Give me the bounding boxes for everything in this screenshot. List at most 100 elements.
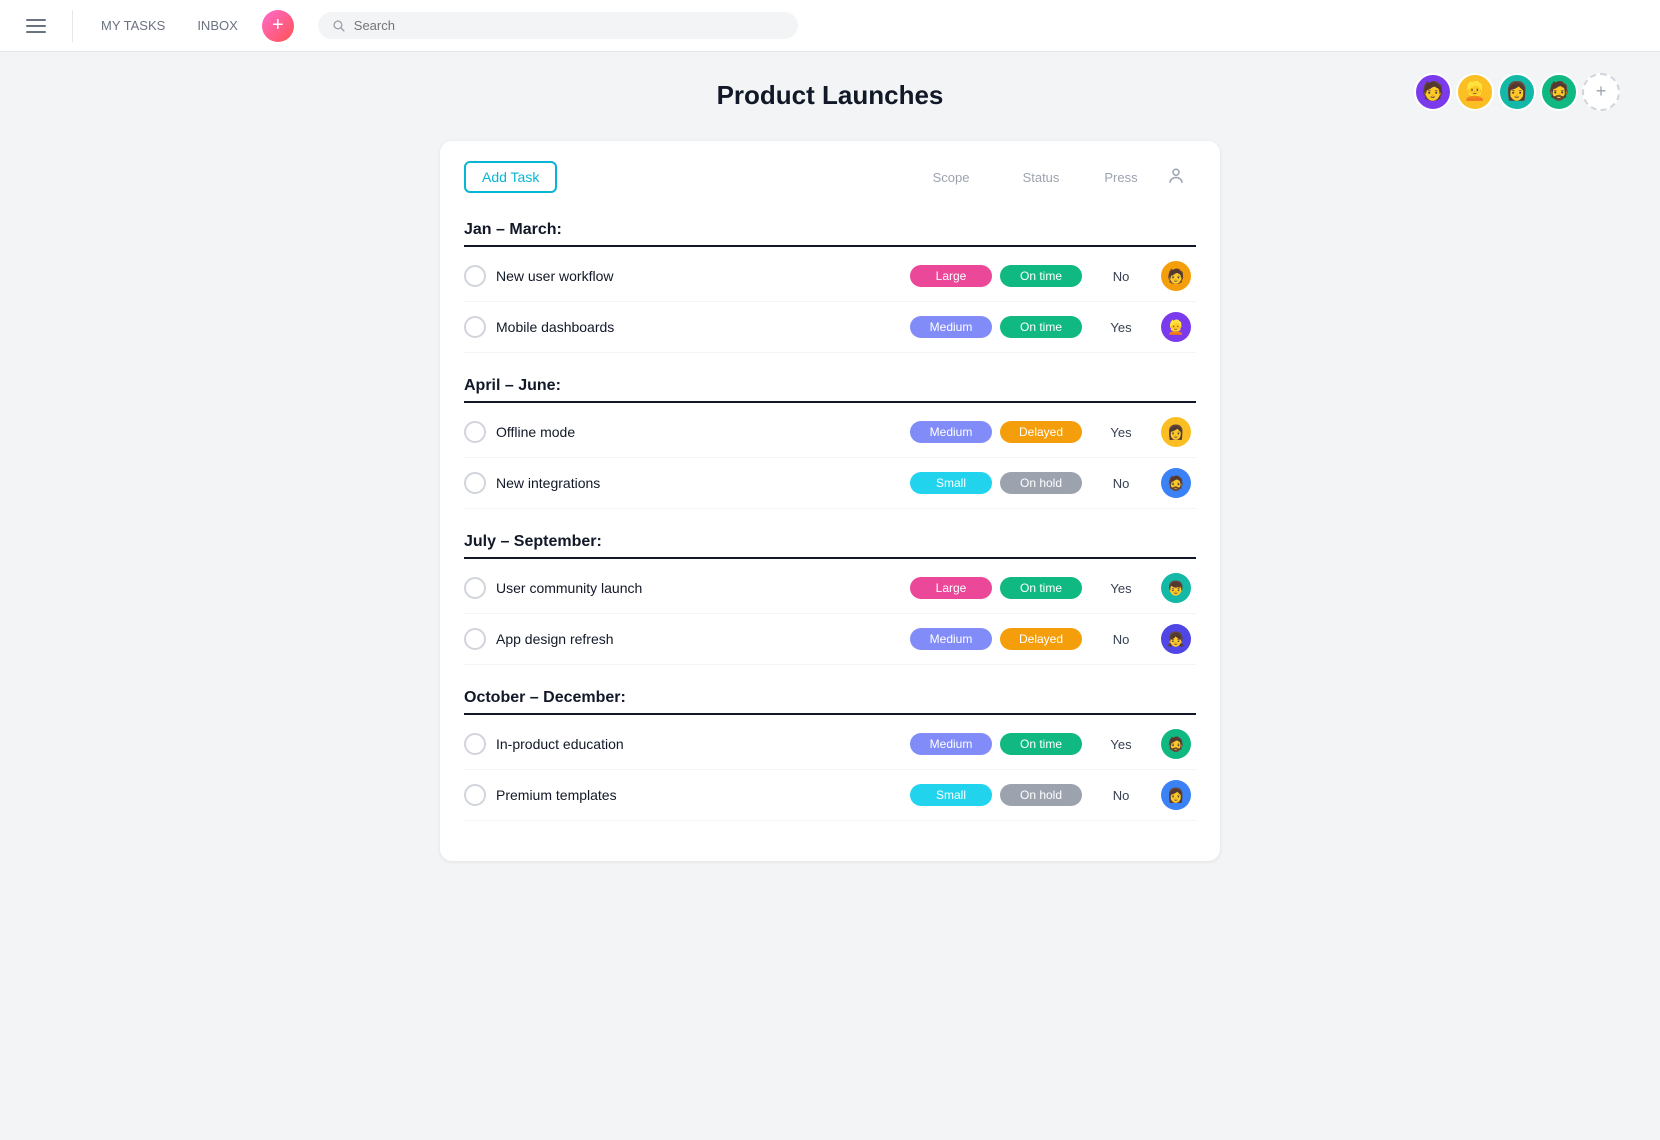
assignee-cell: 👧	[1156, 624, 1196, 654]
scope-cell: Medium	[906, 733, 996, 755]
task-check-circle[interactable]	[464, 316, 486, 338]
avatar[interactable]: 👦	[1161, 573, 1191, 603]
avatar-1[interactable]: 🧑	[1414, 73, 1452, 111]
assignee-cell: 🧑	[1156, 261, 1196, 291]
task-columns: Medium Delayed Yes 👩	[906, 417, 1196, 447]
main-content: Add Task Scope Status Press Jan – March:…	[0, 131, 1660, 901]
status-column-header: Status	[996, 170, 1086, 185]
avatar[interactable]: 👩	[1161, 780, 1191, 810]
section-0: Jan – March: New user workflow Large On tim…	[464, 209, 1196, 365]
avatar[interactable]: 🧔	[1161, 468, 1191, 498]
table-row: New user workflow Large On time No 🧑	[464, 251, 1196, 302]
section-title-row-2: July – September:	[464, 521, 1196, 557]
task-name: New user workflow	[496, 268, 896, 284]
task-check-circle[interactable]	[464, 577, 486, 599]
task-check-circle[interactable]	[464, 784, 486, 806]
search-icon	[332, 19, 346, 33]
scope-badge[interactable]: Medium	[910, 316, 992, 338]
section-title-row-3: October – December:	[464, 677, 1196, 713]
task-columns: Medium On time Yes 🧔	[906, 729, 1196, 759]
avatar-3[interactable]: 👩	[1498, 73, 1536, 111]
press-cell: Yes	[1086, 737, 1156, 752]
status-badge[interactable]: On time	[1000, 265, 1082, 287]
press-cell: No	[1086, 788, 1156, 803]
table-row: Mobile dashboardsMediumOn timeYes👱	[464, 302, 1196, 353]
scope-badge[interactable]: Medium	[910, 628, 992, 650]
scope-badge[interactable]: Small	[910, 784, 992, 806]
avatar[interactable]: 👩	[1161, 417, 1191, 447]
avatar[interactable]: 👧	[1161, 624, 1191, 654]
task-check-circle[interactable]	[464, 421, 486, 443]
section-divider-3	[464, 713, 1196, 715]
status-badge[interactable]: Delayed	[1000, 421, 1082, 443]
status-badge[interactable]: On hold	[1000, 784, 1082, 806]
task-columns: Large On time No 🧑	[906, 261, 1196, 291]
section-title-0: Jan – March:	[464, 221, 562, 239]
section-title-1: April – June:	[464, 377, 561, 395]
press-cell: No	[1086, 476, 1156, 491]
status-badge[interactable]: On time	[1000, 733, 1082, 755]
press-cell: No	[1086, 269, 1156, 284]
avatar[interactable]: 🧔	[1161, 729, 1191, 759]
avatar-4[interactable]: 🧔	[1540, 73, 1578, 111]
add-member-button[interactable]: +	[1582, 73, 1620, 111]
hamburger-menu-icon[interactable]	[20, 13, 52, 39]
task-check-circle[interactable]	[464, 733, 486, 755]
nav-my-tasks[interactable]: MY TASKS	[93, 14, 173, 37]
scope-cell: Medium	[906, 421, 996, 443]
task-check-circle[interactable]	[464, 628, 486, 650]
team-avatars: 🧑 👱 👩 🧔 +	[1414, 73, 1620, 111]
task-columns: Large On time Yes 👦	[906, 573, 1196, 603]
status-cell: On time	[996, 733, 1086, 755]
task-check-circle[interactable]	[464, 265, 486, 287]
task-name: User community launch	[496, 580, 896, 596]
add-button[interactable]: +	[262, 10, 294, 42]
scope-badge[interactable]: Large	[910, 577, 992, 599]
assignee-cell: 🧔	[1156, 729, 1196, 759]
avatar-2[interactable]: 👱	[1456, 73, 1494, 111]
section-title-3: October – December:	[464, 689, 626, 707]
task-columns: MediumDelayedNo👧	[906, 624, 1196, 654]
scope-badge[interactable]: Medium	[910, 421, 992, 443]
avatar[interactable]: 🧑	[1161, 261, 1191, 291]
nav-divider	[72, 10, 73, 42]
task-columns: Small On hold No 👩	[906, 780, 1196, 810]
status-badge[interactable]: Delayed	[1000, 628, 1082, 650]
press-cell: Yes	[1086, 581, 1156, 596]
task-check-circle[interactable]	[464, 472, 486, 494]
scope-badge[interactable]: Small	[910, 472, 992, 494]
scope-badge[interactable]: Large	[910, 265, 992, 287]
status-cell: On time	[996, 316, 1086, 338]
table-row: New integrationsSmallOn holdNo🧔	[464, 458, 1196, 509]
section-title-row-1: April – June:	[464, 365, 1196, 401]
page-header: Product Launches 🧑 👱 👩 🧔 +	[0, 52, 1660, 131]
avatar[interactable]: 👱	[1161, 312, 1191, 342]
task-name: Offline mode	[496, 424, 896, 440]
task-name: In-product education	[496, 736, 896, 752]
task-name: Mobile dashboards	[496, 319, 896, 335]
status-badge[interactable]: On time	[1000, 316, 1082, 338]
status-cell: Delayed	[996, 628, 1086, 650]
scope-cell: Large	[906, 577, 996, 599]
status-badge[interactable]: On hold	[1000, 472, 1082, 494]
status-cell: Delayed	[996, 421, 1086, 443]
scope-cell: Large	[906, 265, 996, 287]
section-3: October – December: In-product education M…	[464, 677, 1196, 833]
press-column-header: Press	[1086, 170, 1156, 185]
scope-badge[interactable]: Medium	[910, 733, 992, 755]
scope-cell: Medium	[906, 316, 996, 338]
status-badge[interactable]: On time	[1000, 577, 1082, 599]
task-card: Add Task Scope Status Press Jan – March:…	[440, 141, 1220, 861]
table-row: In-product education Medium On time Yes 🧔	[464, 719, 1196, 770]
nav-inbox[interactable]: INBOX	[189, 14, 245, 37]
task-name: App design refresh	[496, 631, 896, 647]
assignee-cell: 👩	[1156, 417, 1196, 447]
person-column-header	[1156, 167, 1196, 188]
press-cell: Yes	[1086, 425, 1156, 440]
sections-container: Jan – March: New user workflow Large On tim…	[464, 209, 1196, 833]
assignee-cell: 👦	[1156, 573, 1196, 603]
section-divider-1	[464, 401, 1196, 403]
add-task-button[interactable]: Add Task	[464, 161, 557, 193]
search-input[interactable]	[354, 18, 784, 33]
search-bar	[318, 12, 798, 39]
